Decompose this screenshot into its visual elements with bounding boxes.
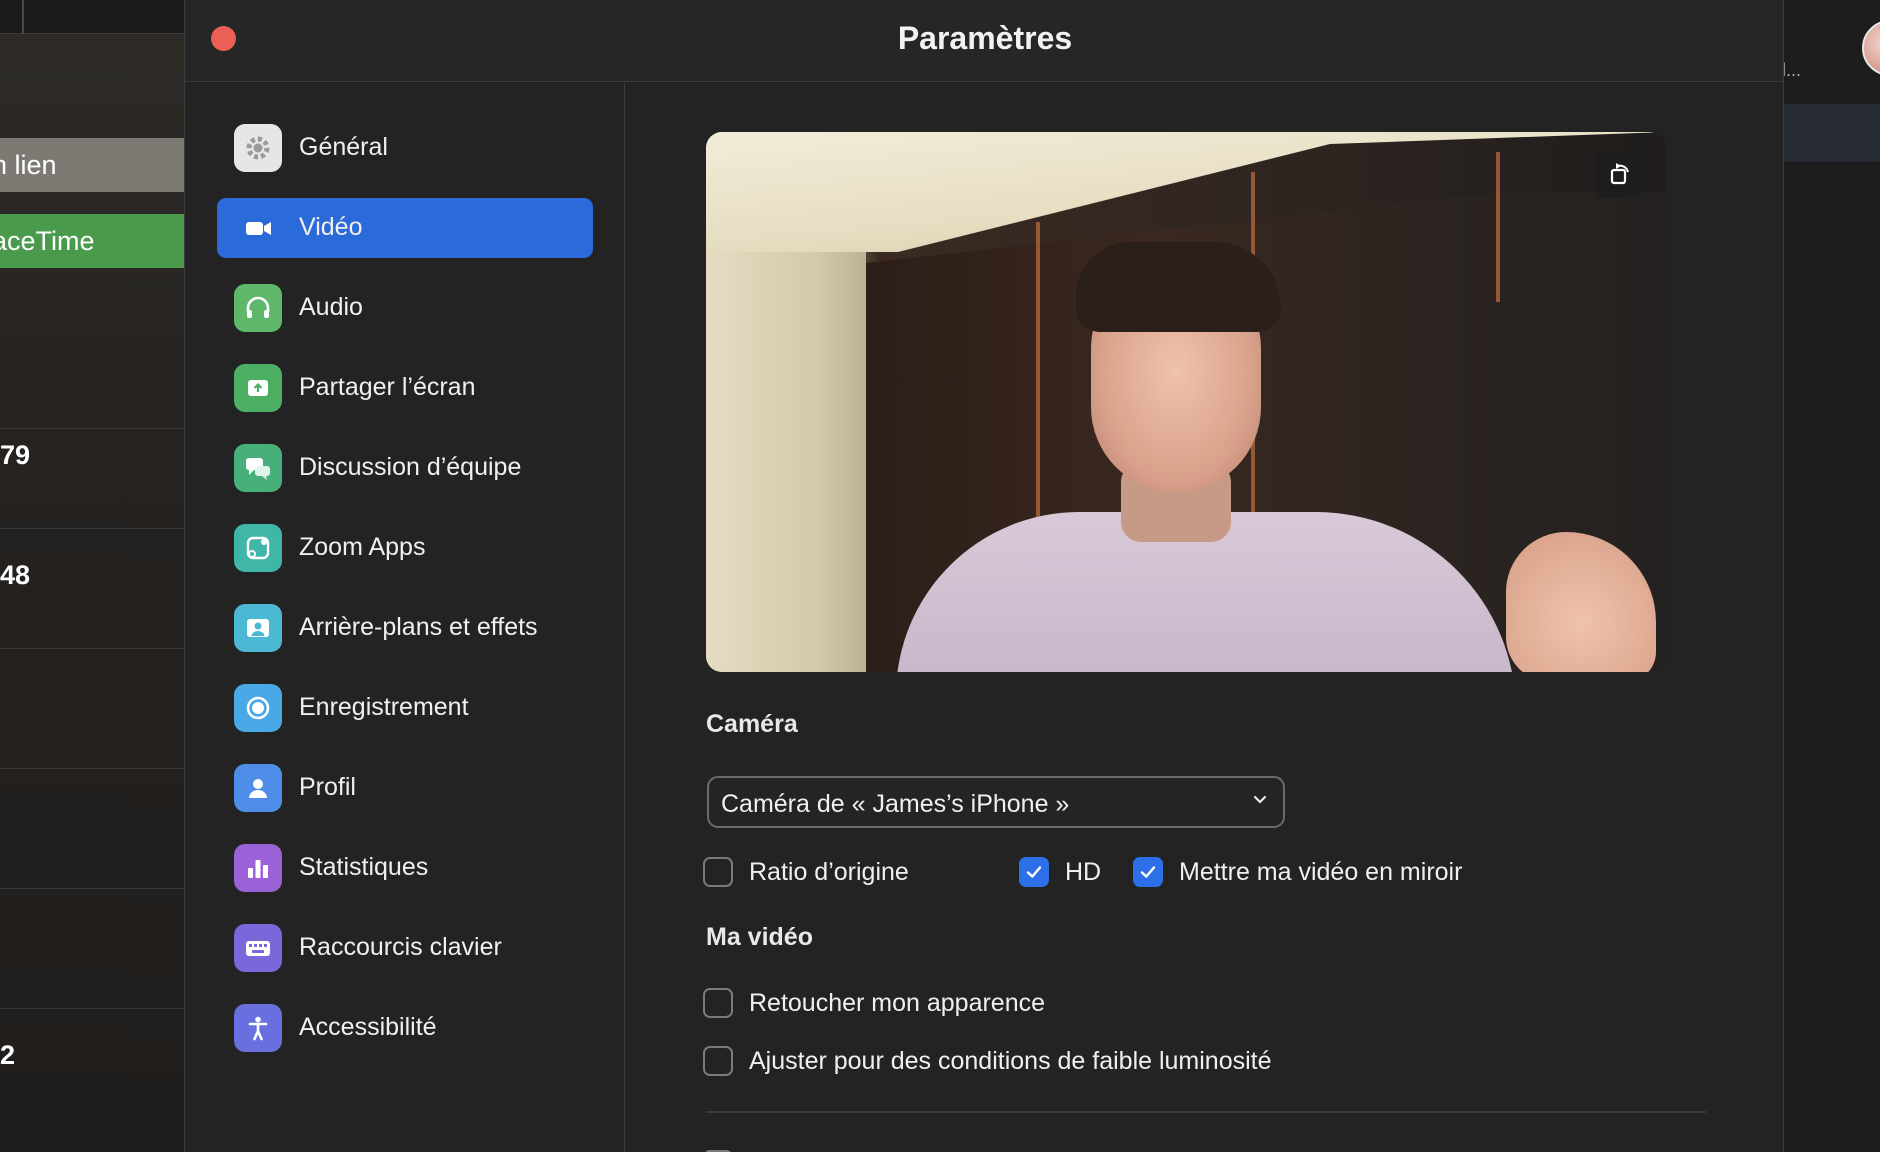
sidebar-item-zoom-apps[interactable]: Zoom Apps — [217, 518, 593, 578]
window-titlebar: Paramètres — [185, 0, 1783, 82]
option-label: HD — [1065, 857, 1102, 886]
sidebar-item-label: Statistiques — [299, 853, 429, 881]
mirror-video-checkbox[interactable] — [1133, 857, 1163, 887]
original-ratio-checkbox[interactable] — [703, 857, 733, 887]
background-number: 79 — [0, 440, 31, 470]
sidebar-item-share-screen[interactable]: Partager l’écran — [217, 358, 593, 418]
background-app-toolbar — [0, 0, 186, 34]
share-screen-icon — [234, 364, 282, 412]
sidebar-item-label: Zoom Apps — [299, 533, 426, 561]
sidebar-item-label: Général — [299, 133, 388, 161]
background-number: 48 — [0, 560, 31, 590]
option-label: Ratio d’origine — [749, 857, 909, 886]
option-low-light[interactable]: Ajuster pour des conditions de faible lu… — [703, 1044, 1272, 1078]
apps-icon — [234, 524, 282, 572]
background-link-button[interactable]: n lien — [0, 138, 184, 192]
avatar[interactable] — [1862, 20, 1880, 76]
record-icon — [234, 684, 282, 732]
sidebar-item-label: Arrière-plans et effets — [299, 613, 538, 641]
bar-chart-icon — [234, 844, 282, 892]
option-label: Ajuster pour des conditions de faible lu… — [749, 1046, 1272, 1075]
touch-up-checkbox[interactable] — [703, 988, 733, 1018]
background-list-row[interactable] — [0, 1008, 184, 1128]
sidebar-item-profile[interactable]: Profil — [217, 758, 593, 818]
chat-bubbles-icon — [234, 444, 282, 492]
sidebar-item-label: Discussion d’équipe — [299, 453, 522, 481]
sidebar-item-general[interactable]: Général — [217, 118, 593, 178]
background-list-row[interactable] — [0, 888, 184, 1008]
sidebar-item-label: Enregistrement — [299, 693, 469, 721]
background-app-panel: n lien aceTime 79 48 2 — [0, 0, 186, 1152]
accessibility-icon — [234, 1004, 282, 1052]
sidebar-item-audio[interactable]: Audio — [217, 278, 593, 338]
section-divider — [706, 1111, 1706, 1113]
background-facetime-button[interactable]: aceTime — [0, 214, 184, 268]
sidebar-item-keyboard-shortcuts[interactable]: Raccourcis clavier — [217, 918, 593, 978]
video-settings-panel: Caméra Caméra de « James’s iPhone » Rati… — [626, 83, 1783, 1152]
sidebar-item-team-chat[interactable]: Discussion d’équipe — [217, 438, 593, 498]
sidebar-item-label: Accessibilité — [299, 1013, 437, 1041]
sidebar-item-label: Audio — [299, 293, 363, 321]
background-list-row[interactable] — [0, 648, 184, 768]
gear-icon — [234, 124, 282, 172]
camera-select[interactable]: Caméra de « James’s iPhone » — [707, 776, 1285, 828]
clipped-option-row[interactable] — [706, 1146, 1606, 1152]
background-portrait-icon — [234, 604, 282, 652]
camera-select-value: Caméra de « James’s iPhone » — [721, 790, 1070, 818]
low-light-checkbox[interactable] — [703, 1046, 733, 1076]
settings-sidebar: Général Vidéo Audio Partager l’écran Dis… — [185, 83, 625, 1152]
screen: n lien aceTime 79 48 2 l... Paramètres G… — [0, 0, 1880, 1152]
background-facetime-label: aceTime — [0, 226, 95, 256]
rotate-camera-button[interactable] — [1596, 150, 1644, 198]
sidebar-item-recording[interactable]: Enregistrement — [217, 678, 593, 738]
sidebar-item-label: Partager l’écran — [299, 373, 476, 401]
sidebar-item-label: Profil — [299, 773, 356, 801]
option-hd[interactable]: HD — [1019, 855, 1101, 889]
option-mirror-video[interactable]: Mettre ma vidéo en miroir — [1133, 855, 1462, 889]
my-video-section-title: Ma vidéo — [706, 923, 813, 951]
keyboard-icon — [234, 924, 282, 972]
rotate-icon — [1610, 163, 1629, 185]
checkmark-icon — [1026, 866, 1042, 878]
background-truncated-text: l... — [1782, 60, 1802, 80]
option-label: Retoucher mon apparence — [749, 988, 1046, 1017]
sidebar-item-video[interactable]: Vidéo — [217, 198, 593, 258]
sidebar-item-label: Raccourcis clavier — [299, 933, 502, 961]
option-label: Mettre ma vidéo en miroir — [1179, 857, 1463, 886]
option-original-ratio[interactable]: Ratio d’origine — [703, 855, 909, 889]
option-touch-up-appearance[interactable]: Retoucher mon apparence — [703, 986, 1045, 1020]
sidebar-item-label: Vidéo — [299, 213, 363, 241]
camera-preview — [706, 132, 1666, 672]
profile-icon — [234, 764, 282, 812]
checkmark-icon — [1140, 866, 1156, 878]
sidebar-item-statistics[interactable]: Statistiques — [217, 838, 593, 898]
settings-window: Paramètres Général Vidéo Audio Partager … — [184, 0, 1784, 1152]
video-camera-icon — [234, 204, 282, 252]
hd-checkbox[interactable] — [1019, 857, 1049, 887]
sidebar-item-accessibility[interactable]: Accessibilité — [217, 998, 593, 1058]
background-list-row[interactable] — [0, 768, 184, 888]
background-highlight-row[interactable] — [1782, 104, 1880, 162]
chevron-down-icon — [1251, 790, 1269, 813]
sidebar-item-backgrounds[interactable]: Arrière-plans et effets — [217, 598, 593, 658]
background-link-label: n lien — [0, 150, 57, 180]
background-app-right: l... — [1782, 0, 1880, 1152]
camera-section-title: Caméra — [706, 710, 798, 738]
window-title: Paramètres — [897, 20, 1073, 56]
headphones-icon — [234, 284, 282, 332]
background-number: 2 — [0, 1040, 16, 1070]
